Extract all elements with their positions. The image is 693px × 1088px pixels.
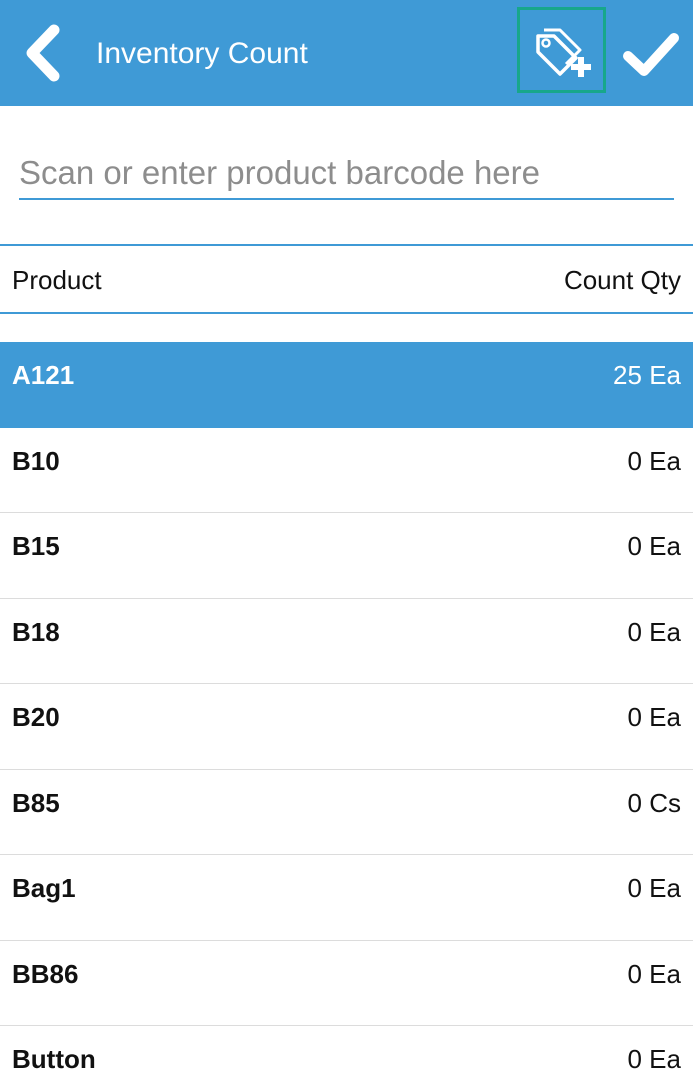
product-name: B18 [12,616,60,647]
product-name: Button [12,1044,96,1074]
count-qty: 25 Ea [613,360,681,390]
app-header: Inventory Count [0,0,693,106]
add-tag-button[interactable] [517,7,606,93]
count-qty: 0 Ea [627,873,682,903]
list-item[interactable]: BB86 0 Ea [0,941,693,1026]
checkmark-icon [623,33,679,76]
column-count-qty: Count Qty [563,265,681,295]
count-qty: 0 Ea [627,616,682,647]
list-item[interactable]: B15 0 Ea [0,513,693,599]
barcode-input[interactable] [19,148,674,200]
count-qty: 0 Cs [627,787,681,818]
count-qty: 0 Ea [627,1044,682,1074]
count-qty: 0 Ea [627,531,682,561]
list-item[interactable]: B85 0 Cs [0,770,693,855]
count-qty: 0 Ea [627,958,682,989]
product-name: B10 [12,445,60,476]
product-name: B15 [12,531,60,561]
tag-add-icon [536,28,591,77]
column-product: Product [12,265,102,295]
confirm-button[interactable] [622,28,680,80]
product-name: A121 [12,360,75,390]
list-item[interactable]: A121 25 Ea [0,342,693,428]
list-item[interactable]: B18 0 Ea [0,599,693,684]
page-title: Inventory Count [96,37,308,70]
product-name: Bag1 [12,873,76,903]
inventory-count-screen: Inventory Count Product Count Qty [0,0,693,1088]
product-name: B85 [12,787,60,818]
list-item[interactable]: Button 0 Ea [0,1026,693,1088]
count-qty: 0 Ea [627,702,682,732]
list-item[interactable]: B20 0 Ea [0,684,693,770]
product-list: A121 25 Ea B10 0 Ea B15 0 Ea B18 0 Ea B2… [0,342,693,1088]
product-name: B20 [12,702,60,732]
column-header: Product Count Qty [0,244,693,314]
count-qty: 0 Ea [627,445,682,476]
product-name: BB86 [12,958,79,989]
barcode-search [19,148,674,202]
list-item[interactable]: B10 0 Ea [0,428,693,513]
chevron-left-icon [26,24,60,82]
back-button[interactable] [20,22,70,84]
list-item[interactable]: Bag1 0 Ea [0,855,693,941]
